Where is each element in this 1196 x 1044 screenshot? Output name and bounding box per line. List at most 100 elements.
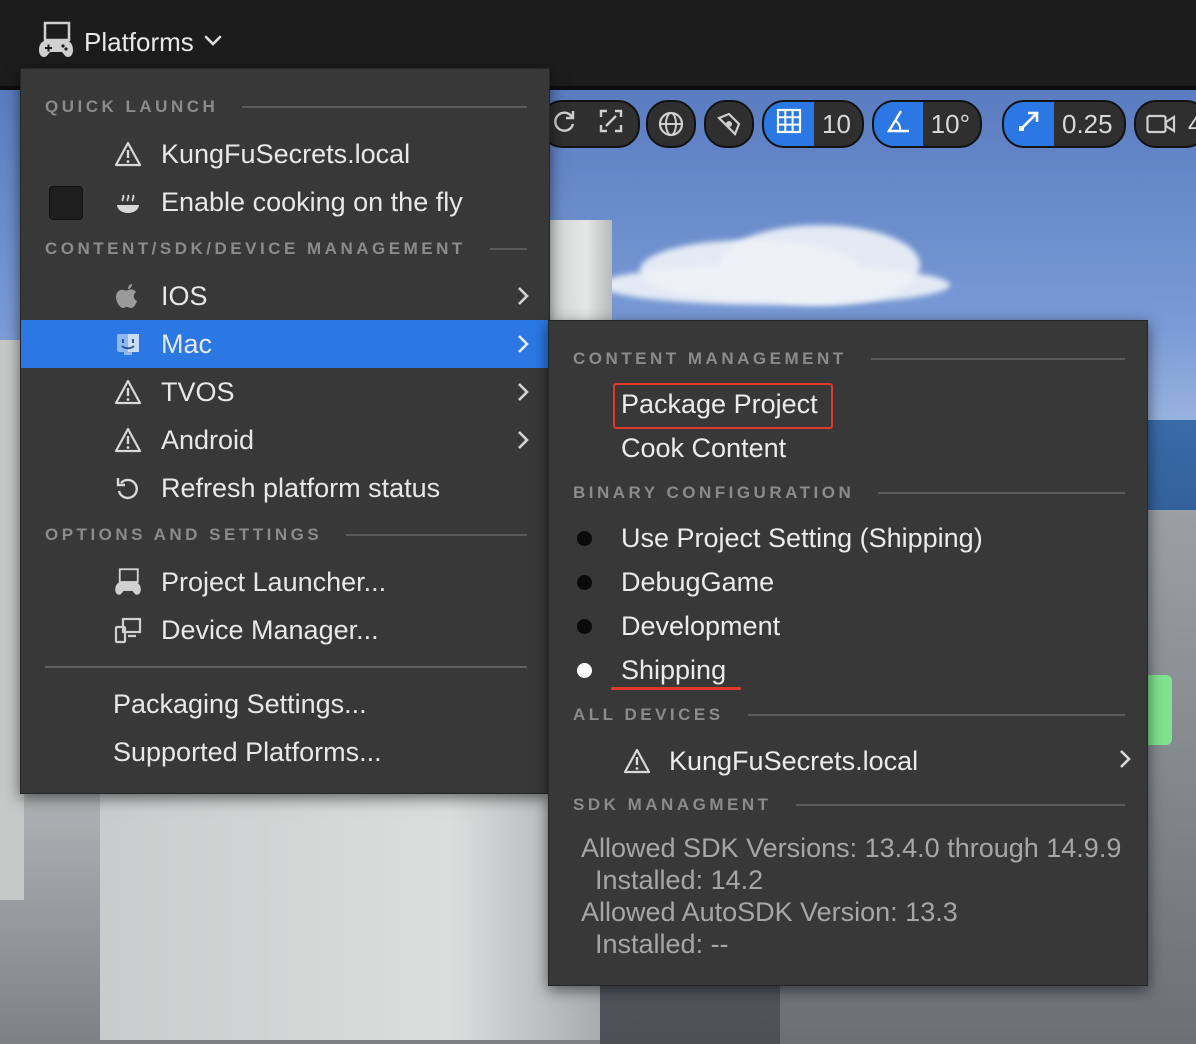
header-rule [346,534,527,536]
cloud [600,265,950,305]
supported-platforms-item[interactable]: Supported Platforms... [21,728,549,776]
all-devices-header: ALL DEVICES [573,705,1125,725]
platform-item-label: IOS [161,280,208,311]
all-devices-header-label: ALL DEVICES [573,705,724,724]
sdk-management-header: SDK MANAGMENT [573,795,1125,815]
mac-submenu: CONTENT MANAGEMENT Package Project Cook … [548,320,1148,986]
header-rule [878,492,1125,494]
radio-dot[interactable] [577,574,592,590]
platform-item-label: Mac [161,328,213,359]
surface-snap-icon [706,102,752,146]
binary-configuration-header-label: BINARY CONFIGURATION [573,483,855,502]
cook-content-label: Cook Content [621,432,787,463]
cook-content-item[interactable]: Cook Content [549,426,1147,470]
quick-launch-header-label: QUICK LAUNCH [45,97,219,116]
header-rule [242,106,527,108]
project-launcher-label: Project Launcher... [161,566,387,597]
warning-icon [113,425,143,455]
package-project-item[interactable]: Package Project [549,382,1147,426]
platform-item-mac[interactable]: Mac [21,320,549,368]
packaging-settings-label: Packaging Settings... [113,688,367,719]
autosdk-allowed-version: Allowed AutoSDK Version: 13.3 [581,897,958,927]
platform-item-label: Android [161,424,255,455]
cook-on-the-fly-item[interactable]: Enable cooking on the fly [21,178,549,226]
rotate-icon [551,108,577,141]
camera-speed-group[interactable]: 4 [1134,100,1196,148]
chevron-right-icon [513,425,533,455]
all-devices-device-item[interactable]: KungFuSecrets.local [549,738,1147,784]
platform-item-label: TVOS [161,376,235,407]
radio-dot[interactable] [577,618,592,634]
packaging-settings-item[interactable]: Packaging Settings... [21,680,549,728]
warning-icon [113,139,143,169]
scale-tool-button[interactable] [586,102,636,146]
autosdk-installed-version: Installed: -- [595,929,729,959]
angle-icon [885,108,911,141]
quick-launch-header: QUICK LAUNCH [45,97,527,117]
header-rule [795,804,1125,806]
platform-item-tvos[interactable]: TVOS [21,368,549,416]
binary-option-label: Development [621,610,781,641]
all-devices-device-label: KungFuSecrets.local [669,745,919,776]
binary-option-label: Shipping [621,654,727,685]
package-project-label: Package Project [621,388,818,419]
grid-snap-value[interactable]: 10 [814,102,861,146]
header-rule [747,714,1125,716]
device-manager-icon [113,615,143,645]
radio-dot[interactable] [577,530,592,546]
supported-platforms-label: Supported Platforms... [113,736,382,767]
header-rule [489,248,527,250]
binary-configuration-header: BINARY CONFIGURATION [573,483,1125,503]
warning-icon [623,748,651,779]
refresh-platform-status-item[interactable]: Refresh platform status [21,464,549,512]
binary-option-debuggame[interactable]: DebugGame [549,560,1147,604]
header-rule [870,358,1125,360]
concrete-block [100,790,600,1040]
surface-snap-toggle[interactable] [704,100,754,148]
scale-icon [598,108,624,141]
chevron-down-icon [202,29,224,56]
binary-option-label: Use Project Setting (Shipping) [621,522,983,553]
platform-item-android[interactable]: Android [21,416,549,464]
platform-item-ios[interactable]: IOS [21,272,549,320]
options-settings-header-label: OPTIONS AND SETTINGS [45,525,323,544]
content-sdk-device-header-label: CONTENT/SDK/DEVICE MANAGEMENT [45,239,466,258]
quick-launch-device-item[interactable]: KungFuSecrets.local [21,130,549,178]
warning-icon [113,377,143,407]
rotation-snap-toggle[interactable] [874,102,923,146]
chevron-right-icon [513,281,533,311]
chevron-right-icon [513,329,533,359]
rotation-snap-value[interactable]: 10° [923,102,980,146]
grid-snap-toggle[interactable] [764,102,814,146]
grid-icon [776,108,802,141]
cook-on-the-fly-label: Enable cooking on the fly [161,186,463,217]
cook-on-the-fly-checkbox[interactable] [49,186,83,220]
refresh-platform-status-label: Refresh platform status [161,472,441,503]
scale-snap-group[interactable]: 0.25 [1002,100,1126,148]
quick-launch-device-label: KungFuSecrets.local [161,138,411,169]
scale-arrow-icon [1016,108,1042,141]
device-manager-item[interactable]: Device Manager... [21,606,549,654]
platforms-menu: QUICK LAUNCH KungFuSecrets.local Enable … [20,68,550,794]
binary-option-label: DebugGame [621,566,775,597]
scale-snap-toggle[interactable] [1004,102,1054,146]
grid-snap-group[interactable]: 10 [762,100,864,148]
mac-finder-icon [113,329,143,359]
content-management-header-label: CONTENT MANAGEMENT [573,349,847,368]
world-local-toggle[interactable] [646,100,696,148]
binary-option-project-setting[interactable]: Use Project Setting (Shipping) [549,516,1147,560]
rotation-snap-group[interactable]: 10° [872,100,982,148]
project-launcher-item[interactable]: Project Launcher... [21,558,549,606]
chevron-right-icon [513,377,533,407]
apple-icon [113,281,143,311]
globe-icon [648,102,694,146]
binary-option-development[interactable]: Development [549,604,1147,648]
platforms-dropdown-button[interactable]: Platforms [30,18,230,66]
transform-tools-group [540,100,640,148]
camera-speed-value[interactable]: 4 [1186,102,1196,146]
binary-option-shipping[interactable]: Shipping [549,648,1147,692]
scale-snap-value[interactable]: 0.25 [1054,102,1123,146]
radio-dot-selected[interactable] [577,662,592,678]
sdk-management-header-label: SDK MANAGMENT [573,795,772,814]
gamepad-monitor-icon [36,20,76,65]
